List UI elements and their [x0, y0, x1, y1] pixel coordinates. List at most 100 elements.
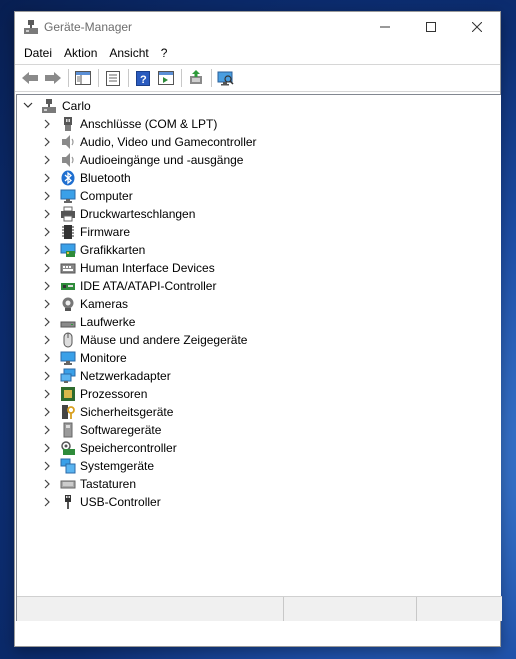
- tree-node-label: Speichercontroller: [80, 441, 177, 455]
- chevron-right-icon[interactable]: [42, 497, 52, 507]
- hid-keyboard-icon: [60, 263, 76, 274]
- properties-button[interactable]: [102, 68, 123, 88]
- show-hide-console-tree-button[interactable]: [72, 68, 93, 88]
- tree-node-label: Anschlüsse (COM & LPT): [80, 117, 218, 131]
- menu-ansicht[interactable]: Ansicht: [103, 42, 154, 64]
- chevron-right-icon[interactable]: [42, 173, 52, 183]
- tree-node-hid[interactable]: Human Interface Devices: [17, 259, 497, 277]
- update-driver-icon: [189, 70, 202, 84]
- tree-node-speichercontroller[interactable]: Speichercontroller: [17, 439, 497, 457]
- tree-node-firmware[interactable]: Firmware: [17, 223, 497, 241]
- tree-node-label: Bluetooth: [80, 171, 131, 185]
- chevron-right-icon[interactable]: [42, 155, 52, 165]
- tree-node-druckwarteschlangen[interactable]: Druckwarteschlangen: [17, 205, 497, 223]
- toolbar-separator: [68, 69, 69, 87]
- menu-aktion[interactable]: Aktion: [58, 42, 103, 64]
- tree-node-label: IDE ATA/ATAPI-Controller: [80, 279, 217, 293]
- tree-node-label: Human Interface Devices: [80, 261, 215, 275]
- menu-help[interactable]: ?: [155, 42, 174, 64]
- chevron-right-icon[interactable]: [42, 317, 52, 327]
- help-button[interactable]: ?: [132, 68, 153, 88]
- chevron-right-icon[interactable]: [42, 335, 52, 345]
- chevron-right-icon[interactable]: [42, 245, 52, 255]
- tree-node-systemgeraete[interactable]: Systemgeräte: [17, 457, 497, 475]
- chevron-right-icon[interactable]: [42, 371, 52, 381]
- tree-node-kameras[interactable]: Kameras: [17, 295, 497, 313]
- port-icon: [64, 117, 72, 131]
- maximize-icon: [426, 22, 436, 32]
- action-pane-icon: [157, 71, 174, 85]
- chevron-down-icon[interactable]: [23, 100, 33, 110]
- tree-node-grafikkarten[interactable]: Grafikkarten: [17, 241, 497, 259]
- security-key-icon: [62, 405, 75, 419]
- forward-button[interactable]: [42, 68, 63, 88]
- tree-node-prozessoren[interactable]: Prozessoren: [17, 385, 497, 403]
- chevron-right-icon[interactable]: [42, 425, 52, 435]
- help-icon: ?: [135, 70, 150, 86]
- tree-node-tastaturen[interactable]: Tastaturen: [17, 475, 497, 493]
- scan-hardware-changes-button[interactable]: [215, 68, 236, 88]
- tree-node-usb-controller[interactable]: USB-Controller: [17, 493, 497, 511]
- tree-node-monitore[interactable]: Monitore: [17, 349, 497, 367]
- tree-node-label: Kameras: [80, 297, 129, 311]
- chevron-right-icon[interactable]: [42, 461, 52, 471]
- toolbar: ?: [15, 64, 500, 92]
- tree-node-label: Netzwerkadapter: [80, 369, 171, 383]
- tree-node-audioeingaenge[interactable]: Audioeingänge und -ausgänge: [17, 151, 497, 169]
- system-device-icon: [60, 458, 76, 474]
- action-pane-button[interactable]: [155, 68, 176, 88]
- tree-node-audio-video[interactable]: Audio, Video und Gamecontroller: [17, 133, 497, 151]
- chevron-right-icon[interactable]: [42, 137, 52, 147]
- chevron-right-icon[interactable]: [42, 353, 52, 363]
- back-button[interactable]: [19, 68, 40, 88]
- tree-node-netzwerkadapter[interactable]: Netzwerkadapter: [17, 367, 497, 385]
- device-manager-app-icon: [24, 20, 38, 34]
- chevron-right-icon[interactable]: [42, 119, 52, 129]
- menu-datei[interactable]: Datei: [18, 42, 58, 64]
- minimize-button[interactable]: [362, 12, 408, 42]
- network-adapter-icon: [60, 368, 76, 383]
- tree-node-label: Tastaturen: [80, 477, 137, 491]
- chevron-right-icon[interactable]: [42, 479, 52, 489]
- printer-icon: [61, 206, 75, 222]
- chevron-right-icon[interactable]: [42, 407, 52, 417]
- tree-node-label: Grafikkarten: [80, 243, 146, 257]
- chevron-right-icon[interactable]: [42, 227, 52, 237]
- tree-node-computer[interactable]: Computer: [17, 187, 497, 205]
- mouse-icon: [63, 332, 73, 348]
- chevron-right-icon[interactable]: [42, 191, 52, 201]
- display-adapter-icon: [60, 243, 76, 257]
- tree-node-label: Prozessoren: [80, 387, 148, 401]
- speaker-icon: [62, 153, 74, 167]
- toolbar-separator: [98, 69, 99, 87]
- close-button[interactable]: [454, 12, 500, 42]
- chevron-right-icon[interactable]: [42, 209, 52, 219]
- chevron-right-icon[interactable]: [42, 263, 52, 273]
- maximize-button[interactable]: [408, 12, 454, 42]
- chevron-right-icon[interactable]: [42, 443, 52, 453]
- chevron-right-icon[interactable]: [42, 299, 52, 309]
- speaker-icon: [62, 135, 74, 149]
- tree-node-ide[interactable]: IDE ATA/ATAPI-Controller: [17, 277, 497, 295]
- tree-node-softwaregeraete[interactable]: Softwaregeräte: [17, 421, 497, 439]
- status-bar-divider: [283, 597, 284, 621]
- tree-node-maeuse[interactable]: Mäuse und andere Zeigegeräte: [17, 331, 497, 349]
- storage-controller-icon: [61, 441, 75, 455]
- tree-node-laufwerke[interactable]: Laufwerke: [17, 313, 497, 331]
- chevron-right-icon[interactable]: [42, 281, 52, 291]
- minimize-icon: [380, 26, 390, 28]
- tree-node-label: USB-Controller: [80, 495, 161, 509]
- tree-node-label: Laufwerke: [80, 315, 136, 329]
- tree-node-label: Monitore: [80, 351, 127, 365]
- tree-node-label: Audioeingänge und -ausgänge: [80, 153, 244, 167]
- device-tree[interactable]: Carlo Anschlüsse (COM & LPT) Audio, Vide…: [16, 94, 502, 621]
- tree-node-anschluesse[interactable]: Anschlüsse (COM & LPT): [17, 115, 497, 133]
- console-tree-icon: [74, 71, 91, 85]
- update-driver-button[interactable]: [185, 68, 206, 88]
- status-bar-divider: [416, 597, 417, 621]
- title-bar[interactable]: Geräte-Manager: [15, 12, 500, 42]
- chevron-right-icon[interactable]: [42, 389, 52, 399]
- tree-node-sicherheitsgeraete[interactable]: Sicherheitsgeräte: [17, 403, 497, 421]
- computer-root-icon: [42, 99, 56, 113]
- tree-node-bluetooth[interactable]: Bluetooth: [17, 169, 497, 187]
